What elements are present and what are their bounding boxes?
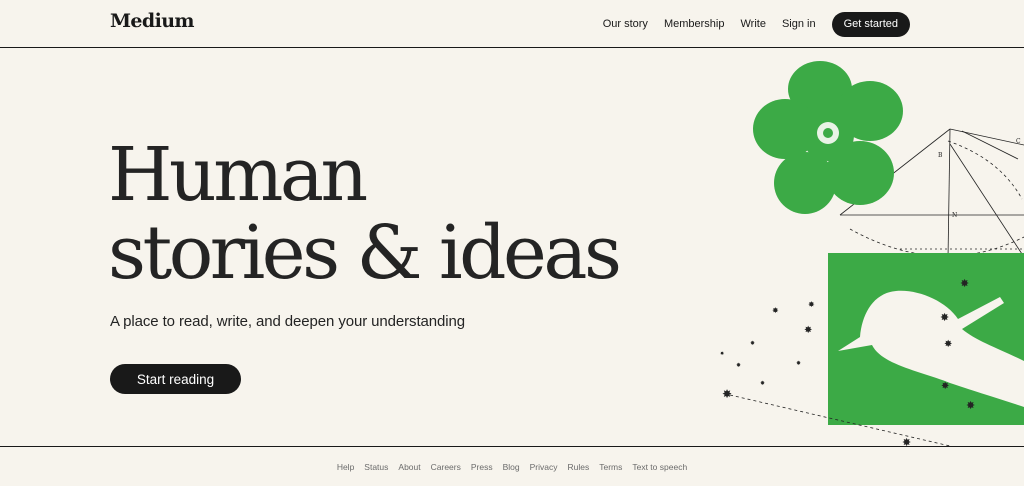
footer-rules[interactable]: Rules bbox=[567, 462, 589, 472]
footer-about[interactable]: About bbox=[398, 462, 420, 472]
site-footer: Help Status About Careers Press Blog Pri… bbox=[0, 446, 1024, 486]
svg-text:✸: ✸ bbox=[750, 340, 755, 347]
svg-text:C: C bbox=[1016, 138, 1021, 145]
svg-text:✸: ✸ bbox=[941, 381, 949, 392]
start-reading-button[interactable]: Start reading bbox=[110, 364, 241, 394]
footer-terms[interactable]: Terms bbox=[599, 462, 622, 472]
svg-text:B: B bbox=[938, 152, 943, 159]
svg-text:✸: ✸ bbox=[902, 437, 911, 446]
nav-sign-in[interactable]: Sign in bbox=[782, 18, 816, 30]
footer-help[interactable]: Help bbox=[337, 462, 354, 472]
hero-title: Human stories & ideas bbox=[108, 132, 622, 296]
footer-privacy[interactable]: Privacy bbox=[530, 462, 558, 472]
svg-text:✸: ✸ bbox=[940, 312, 949, 324]
flower-and-hand-illustration: B N E C ✸ ✸ ✸ ✸ ✸ ✸ ✸ ✸ ✸ ✸ ✸ ✸ ✸ ✸ ✸ bbox=[720, 61, 1024, 446]
svg-text:✸: ✸ bbox=[960, 278, 969, 290]
medium-logo[interactable]: Medium bbox=[110, 10, 195, 32]
site-header: Medium Our story Membership Write Sign i… bbox=[0, 0, 1024, 48]
svg-text:✸: ✸ bbox=[772, 306, 779, 315]
nav-membership[interactable]: Membership bbox=[664, 18, 725, 30]
footer-status[interactable]: Status bbox=[364, 462, 388, 472]
svg-text:✸: ✸ bbox=[736, 362, 741, 369]
svg-text:✸: ✸ bbox=[966, 400, 975, 412]
svg-text:N: N bbox=[952, 212, 957, 219]
footer-press[interactable]: Press bbox=[471, 462, 493, 472]
footer-blog[interactable]: Blog bbox=[503, 462, 520, 472]
hero-title-line-2: stories & ideas bbox=[108, 210, 622, 296]
hero-subtitle: A place to read, write, and deepen your … bbox=[110, 313, 465, 330]
nav-our-story[interactable]: Our story bbox=[603, 18, 648, 30]
get-started-button[interactable]: Get started bbox=[831, 11, 910, 37]
svg-text:✸: ✸ bbox=[808, 300, 815, 309]
hero-title-line-1: Human bbox=[108, 132, 368, 218]
footer-text-to-speech[interactable]: Text to speech bbox=[632, 462, 687, 472]
svg-text:✸: ✸ bbox=[720, 351, 724, 357]
footer-careers[interactable]: Careers bbox=[431, 462, 461, 472]
svg-text:✸: ✸ bbox=[722, 387, 732, 401]
svg-text:✸: ✸ bbox=[804, 325, 812, 336]
nav-write[interactable]: Write bbox=[740, 18, 765, 30]
svg-text:✸: ✸ bbox=[760, 380, 765, 387]
svg-text:✸: ✸ bbox=[796, 360, 801, 367]
svg-text:✸: ✸ bbox=[944, 339, 952, 350]
top-nav: Our story Membership Write Sign in Get s… bbox=[603, 0, 910, 48]
